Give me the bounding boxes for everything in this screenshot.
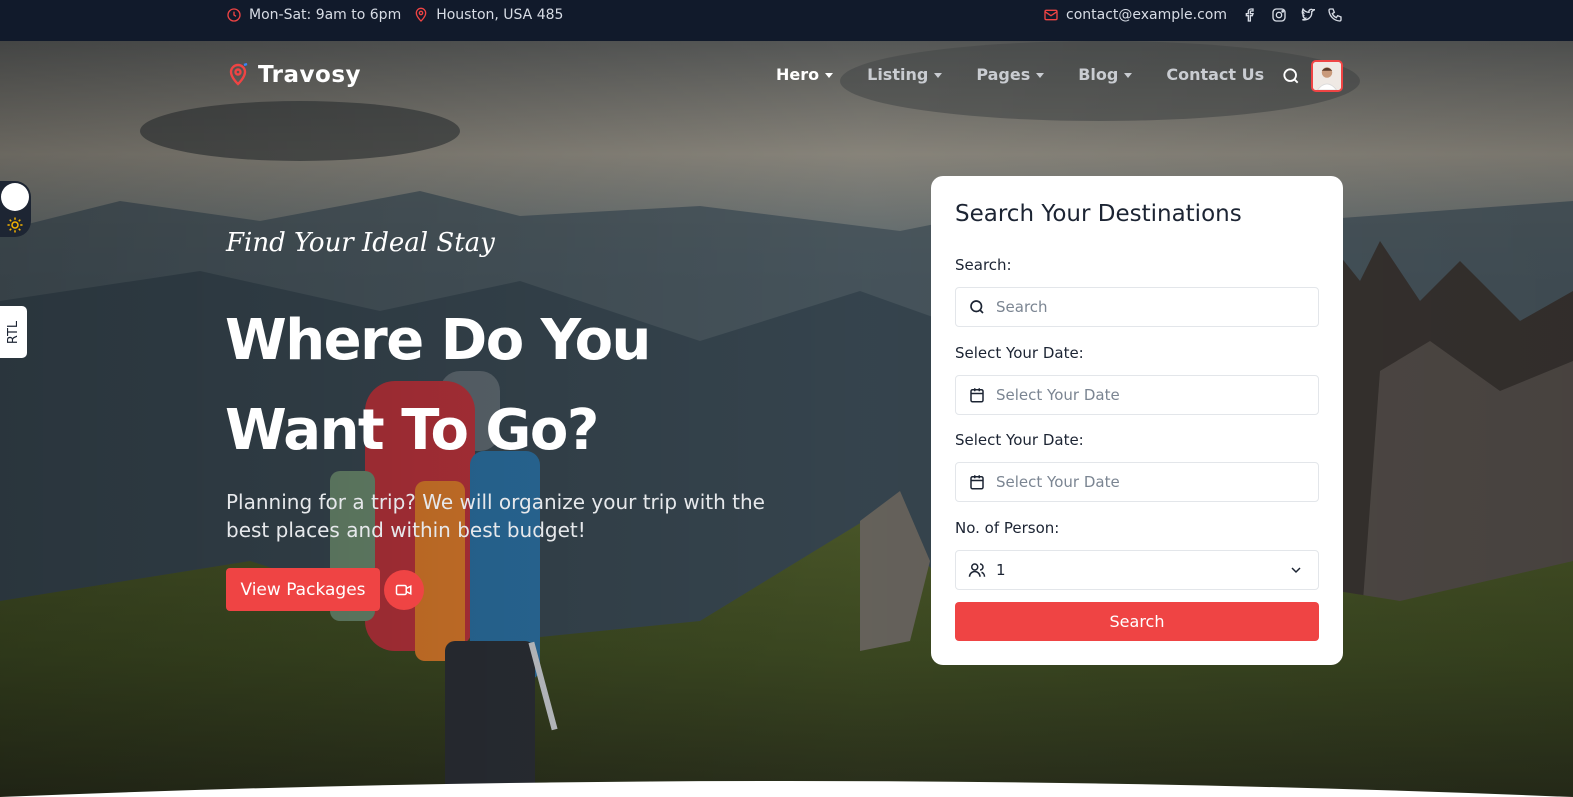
date-label-1: Select Your Date: [955, 344, 1084, 362]
date-label-2: Select Your Date: [955, 431, 1084, 449]
toggle-knob [1, 183, 29, 211]
clock-icon [227, 8, 241, 22]
calendar-icon [970, 475, 984, 490]
search-submit-button[interactable]: Search [955, 602, 1319, 641]
twitter-icon[interactable] [1299, 7, 1315, 23]
headline-line-2: Want To Go? [225, 398, 599, 463]
card-title: Search Your Destinations [955, 201, 1242, 227]
persons-label: No. of Person: [955, 519, 1060, 537]
rtl-label: RTL [6, 320, 21, 344]
sun-icon [7, 217, 23, 233]
date-input-2[interactable] [996, 473, 1296, 491]
persons-value: 1 [996, 561, 1006, 579]
headline-line-1: Where Do You [225, 308, 651, 373]
hero-description: Planning for a trip? We will organize yo… [226, 490, 765, 542]
main-navigation: Hero Listing Pages Blog Contact Us [776, 65, 1264, 84]
chevron-down-icon [1291, 567, 1301, 574]
caret-down-icon [934, 73, 943, 78]
nav-label: Contact Us [1166, 65, 1265, 84]
hours-info: Mon-Sat: 9am to 6pm [226, 7, 401, 23]
video-camera-icon [395, 584, 412, 596]
date-input-1[interactable] [996, 386, 1296, 404]
nav-item-hero[interactable]: Hero [776, 65, 834, 84]
nav-label: Blog [1078, 65, 1119, 84]
email-link[interactable]: contact@example.com [1043, 7, 1227, 23]
search-icon [970, 300, 984, 314]
rtl-toggle[interactable]: RTL [0, 306, 27, 358]
hero-tagline: Find Your Ideal Stay [226, 228, 495, 258]
date-field-1[interactable] [955, 375, 1319, 415]
nav-item-pages[interactable]: Pages [976, 65, 1045, 84]
instagram-icon[interactable] [1271, 7, 1287, 23]
phone-icon[interactable] [1327, 7, 1343, 23]
location-text: Houston, USA 485 [436, 7, 564, 23]
users-icon [968, 563, 986, 577]
nav-item-contact[interactable]: Contact Us [1166, 65, 1264, 84]
nav-label: Hero [776, 65, 820, 84]
search-input[interactable] [996, 298, 1296, 316]
caret-down-icon [1036, 73, 1045, 78]
nav-label: Pages [976, 65, 1031, 84]
brand-logo[interactable]: Travosy [226, 62, 361, 88]
location-info: Houston, USA 485 [413, 7, 563, 23]
top-info-bar: Mon-Sat: 9am to 6pm Houston, USA 485 con… [0, 0, 1573, 41]
search-icon[interactable] [1281, 66, 1301, 86]
search-field[interactable] [955, 287, 1319, 327]
brand-name: Travosy [258, 62, 362, 88]
location-logo-icon [229, 63, 248, 86]
avatar[interactable] [1311, 60, 1343, 92]
mail-icon [1044, 9, 1058, 21]
search-label: Search: [955, 256, 1012, 274]
nav-item-blog[interactable]: Blog [1078, 65, 1133, 84]
date-field-2[interactable] [955, 462, 1319, 502]
hero-headline: Where Do You Want To Go? [225, 296, 651, 476]
caret-down-icon [825, 73, 834, 78]
hours-text: Mon-Sat: 9am to 6pm [249, 7, 402, 23]
map-pin-icon [415, 7, 427, 22]
search-destinations-card: Search Your Destinations Search: Select … [931, 176, 1343, 665]
email-text[interactable]: contact@example.com [1066, 7, 1227, 23]
view-packages-button[interactable]: View Packages [226, 568, 380, 611]
nav-item-listing[interactable]: Listing [867, 65, 943, 84]
calendar-icon [970, 388, 984, 403]
caret-down-icon [1124, 73, 1133, 78]
facebook-icon[interactable] [1243, 7, 1259, 23]
nav-label: Listing [867, 65, 929, 84]
persons-select[interactable]: 1 [955, 550, 1319, 590]
theme-toggle[interactable] [0, 181, 31, 237]
play-video-button[interactable] [384, 570, 424, 610]
